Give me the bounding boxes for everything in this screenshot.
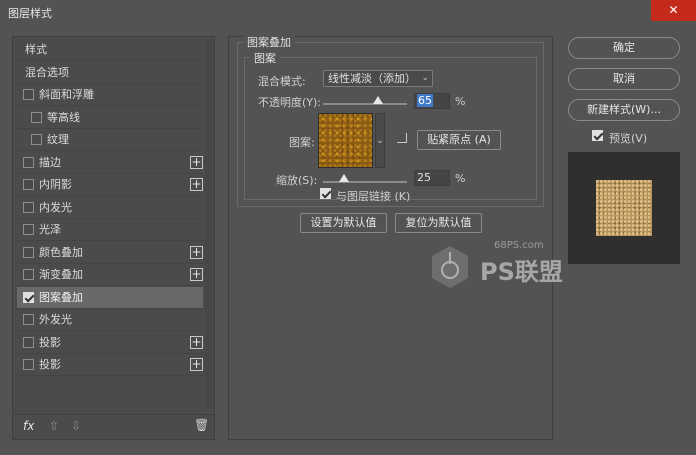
window-title: 图层样式 — [8, 7, 52, 20]
style-checkbox[interactable] — [31, 111, 42, 123]
opacity-label: 不透明度(Y): — [258, 96, 322, 109]
chevron-down-icon: ⌄ — [421, 73, 429, 83]
style-list-item-label: 渐变叠加 — [39, 268, 83, 281]
scale-label: 缩放(S): — [276, 174, 318, 187]
style-list-item[interactable]: 外发光 — [17, 309, 203, 331]
style-checkbox[interactable] — [23, 314, 34, 325]
scale-input[interactable]: 25 — [414, 170, 450, 186]
opacity-value: 65 — [417, 94, 433, 107]
pattern-picker-chevron-icon[interactable]: ⌄ — [375, 113, 385, 168]
style-list-item-label: 等高线 — [47, 110, 80, 124]
style-list-item-label: 样式 — [25, 43, 47, 56]
add-effect-icon[interactable]: + — [190, 358, 203, 371]
fx-button[interactable]: fx — [23, 419, 34, 433]
style-list-item[interactable]: 斜面和浮雕 — [17, 84, 203, 106]
new-preset-icon[interactable] — [397, 133, 407, 143]
opacity-unit: % — [455, 95, 466, 108]
style-checkbox[interactable] — [23, 224, 34, 235]
snap-to-origin-button[interactable]: 贴紧原点 (A) — [417, 130, 501, 150]
style-checkbox[interactable] — [23, 156, 34, 168]
link-with-layer-label: 与图层链接 (K) — [336, 190, 411, 203]
style-list-item-label: 混合选项 — [25, 65, 69, 79]
preview-checkbox[interactable] — [592, 130, 603, 141]
scale-unit: % — [455, 172, 466, 185]
preview-label: 预览(V) — [609, 132, 648, 145]
style-checkbox[interactable] — [23, 201, 34, 213]
style-list-item[interactable]: 光泽 — [17, 219, 203, 241]
preview-swatch — [596, 180, 652, 236]
add-effect-icon[interactable]: + — [190, 268, 203, 281]
style-list-item-label: 外发光 — [39, 313, 72, 326]
style-list-item-label: 纹理 — [47, 133, 69, 146]
style-list-item[interactable]: 等高线 — [17, 107, 203, 129]
link-with-layer-checkbox[interactable] — [320, 188, 331, 199]
style-checkbox[interactable] — [23, 359, 34, 370]
opacity-slider-handle[interactable] — [372, 96, 383, 104]
style-list-item-label: 投影 — [39, 358, 61, 371]
add-effect-icon[interactable]: + — [190, 245, 203, 259]
style-checkbox[interactable] — [23, 179, 34, 190]
pattern-swatch[interactable] — [318, 113, 373, 168]
add-effect-icon[interactable]: + — [190, 178, 203, 191]
style-list-item-label: 投影 — [39, 335, 61, 349]
scale-value: 25 — [417, 171, 431, 184]
watermark-logo-icon — [432, 246, 468, 288]
style-list-item[interactable]: 纹理 — [17, 129, 203, 151]
style-list-item[interactable]: 投影 + — [17, 332, 203, 354]
reset-default-button[interactable]: 复位为默认值 — [395, 213, 482, 233]
watermark-site: 68PS.com — [494, 240, 544, 251]
title-bar: 图层样式 ✕ — [0, 0, 696, 24]
style-list-item[interactable]: 混合选项 — [17, 62, 203, 84]
style-list-item-label: 颜色叠加 — [39, 245, 83, 259]
style-list-item-label: 描边 — [39, 155, 61, 169]
style-list-item[interactable]: 描边 + — [17, 152, 203, 174]
move-down-icon[interactable]: ⇩ — [71, 419, 81, 433]
watermark-logo-text: PS联盟 — [480, 258, 563, 286]
style-list-item[interactable]: 颜色叠加 + — [17, 242, 203, 264]
ok-button[interactable]: 确定 — [568, 37, 680, 59]
pattern-subgroup-title: 图案 — [250, 50, 280, 66]
style-checkbox[interactable] — [23, 291, 34, 303]
style-list-item[interactable]: 图案叠加 — [17, 286, 203, 309]
move-up-icon[interactable]: ⇧ — [49, 419, 59, 433]
style-checkbox[interactable] — [23, 246, 34, 258]
style-checkbox[interactable] — [23, 269, 34, 280]
add-effect-icon[interactable]: + — [190, 335, 203, 349]
style-list-item-label: 斜面和浮雕 — [39, 88, 94, 101]
scale-slider-handle[interactable] — [339, 174, 349, 182]
style-list-panel: 样式混合选项斜面和浮雕等高线纹理描边 + 内阴影 + 内发光光泽颜色叠加 + 渐变叠加 + 图案… — [12, 36, 215, 440]
style-list-toolbar: fx ⇧ ⇩ 🗑 — [13, 414, 214, 439]
blend-mode-select[interactable]: 线性减淡（添加） ⌄ — [323, 70, 433, 87]
close-button[interactable]: ✕ — [651, 0, 696, 21]
scrollbar[interactable] — [205, 39, 213, 409]
style-list-item-label: 图案叠加 — [39, 290, 83, 304]
cancel-button[interactable]: 取消 — [568, 68, 680, 90]
opacity-slider[interactable] — [323, 103, 407, 105]
style-list-item[interactable]: 内阴影 + — [17, 174, 203, 196]
style-list-item-label: 内阴影 — [39, 178, 72, 191]
style-list-item[interactable]: 投影 + — [17, 354, 203, 376]
new-style-button[interactable]: 新建样式(W)... — [568, 99, 680, 121]
style-list-item[interactable]: 样式 — [17, 39, 203, 61]
style-checkbox[interactable] — [23, 89, 34, 100]
blend-mode-label: 混合模式: — [258, 75, 306, 88]
set-default-button[interactable]: 设置为默认值 — [300, 213, 387, 233]
style-list-item[interactable]: 内发光 — [17, 197, 203, 219]
style-checkbox[interactable] — [31, 134, 42, 145]
blend-mode-value: 线性减淡（添加） — [328, 72, 416, 85]
trash-icon[interactable]: 🗑 — [194, 418, 209, 432]
opacity-input[interactable]: 65 — [414, 93, 450, 109]
style-list-item-label: 内发光 — [39, 200, 72, 214]
style-checkbox[interactable] — [23, 336, 34, 348]
add-effect-icon[interactable]: + — [190, 155, 203, 169]
pattern-label: 图案: — [289, 136, 315, 149]
pattern-overlay-title: 图案叠加 — [243, 34, 295, 50]
style-list-item[interactable]: 渐变叠加 + — [17, 264, 203, 286]
style-list-item-label: 光泽 — [39, 223, 61, 236]
scale-slider[interactable] — [323, 181, 407, 183]
